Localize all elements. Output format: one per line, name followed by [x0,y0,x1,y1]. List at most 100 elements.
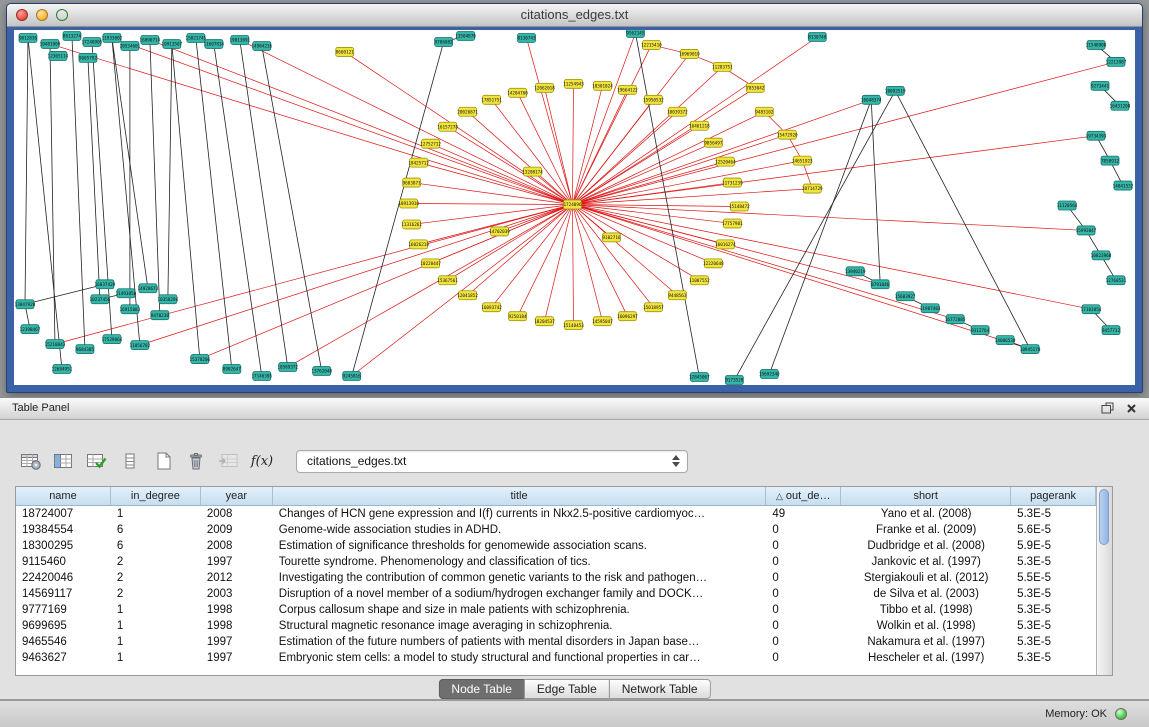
graph-node[interactable]: 20026871 [457,107,478,116]
float-panel-icon[interactable] [1101,402,1114,414]
graph-edge[interactable] [573,205,714,264]
column-header-out-de-[interactable]: △out_de… [766,487,841,505]
graph-edge[interactable] [409,204,573,205]
graph-node[interactable]: 11316261 [401,220,422,229]
tab-network-table[interactable]: Network Table [609,679,711,699]
graph-edge[interactable] [734,91,895,380]
graph-node[interactable]: 16157278 [437,122,458,131]
graph-node[interactable]: 16093742 [481,303,502,312]
column-visibility-button[interactable] [49,447,79,475]
graph-node[interactable]: 17103054 [1081,305,1102,314]
table-row[interactable]: 1938455462009Genome-wide association stu… [16,522,1096,538]
graph-node[interactable]: 12365114 [48,51,69,60]
graph-node[interactable]: 9448563 [668,291,686,300]
graph-node[interactable]: 15692340 [759,370,780,379]
table-row[interactable]: 911546021997Tourette syndrome. Phenomeno… [16,554,1096,570]
edit-columns-button[interactable] [82,447,112,475]
table-options-button[interactable] [16,447,46,475]
graph-node[interactable]: 10589372 [277,363,298,372]
graph-node[interactable]: 1724096 [563,200,581,209]
network-view[interactable]: 1724096 15148472 11731239 12520464 9856497 16… [14,30,1135,385]
graph-edge[interactable] [573,205,1031,350]
graph-node[interactable]: 15603927 [895,292,916,301]
graph-node[interactable]: 8130740 [808,32,826,41]
graph-node[interactable]: 12760531 [1106,276,1127,285]
graph-node[interactable]: 12215410 [641,40,662,49]
graph-node[interactable]: 16461218 [689,121,710,130]
graph-edge[interactable] [573,54,690,205]
graph-edge[interactable] [352,205,573,377]
graph-node[interactable]: 9856497 [704,138,722,147]
graph-node[interactable]: 10358294 [158,295,179,304]
graph-edge[interactable] [196,38,232,369]
graph-node[interactable]: 12845067 [689,373,710,382]
graph-node[interactable]: 15148472 [729,202,750,211]
graph-node[interactable]: 16431208 [1110,101,1131,110]
row-options-button[interactable] [115,447,145,475]
graph-edge[interactable] [573,205,1092,310]
graph-node[interactable]: 7850912 [1101,156,1119,165]
graph-node[interactable]: 9312764 [971,326,989,335]
graph-edge[interactable] [345,52,573,205]
graph-node[interactable]: 10913507 [162,39,183,48]
new-column-button[interactable] [148,447,178,475]
graph-edge[interactable] [419,163,573,205]
vertical-scrollbar[interactable] [1096,487,1112,675]
graph-node[interactable]: 14702039 [489,227,510,236]
graph-node[interactable]: 10913910 [398,199,419,208]
graph-node[interactable]: 11493850 [116,289,137,298]
graph-node[interactable]: 16772085 [945,315,966,324]
graph-node[interactable]: 8613274 [63,31,81,40]
graph-node[interactable]: 12520464 [715,157,736,166]
graph-node[interactable]: 11731239 [722,178,743,187]
graph-node[interactable]: 13504870 [455,31,476,40]
graph-node[interactable]: 11987403 [920,304,941,313]
graph-node[interactable]: 13847920 [15,300,36,309]
graph-node[interactable]: 11933002 [102,33,123,42]
zoom-button[interactable] [56,9,68,21]
graph-node[interactable]: 16915083 [120,305,141,314]
graph-node[interactable]: 8130743 [518,33,536,42]
graph-node[interactable]: 17851751 [481,95,502,104]
graph-edge[interactable] [150,40,160,315]
graph-node[interactable]: 11007552 [689,276,710,285]
graph-node[interactable]: 9102716 [602,233,620,242]
graph-edge[interactable] [25,38,28,304]
table-row[interactable]: 969969511998Structural magnetic resonanc… [16,618,1096,634]
graph-node[interactable]: 12684951 [52,365,73,374]
graph-edge[interactable] [168,44,172,299]
graph-node[interactable]: 14595047 [592,317,613,326]
graph-node[interactable]: 18039372 [667,107,688,116]
graph-edge[interactable] [352,42,444,376]
graph-edge[interactable] [288,205,573,368]
graph-node[interactable]: 11254943 [563,79,584,88]
graph-node[interactable]: 11120564 [1057,201,1078,210]
graph-node[interactable]: 14204760 [507,88,528,97]
graph-edge[interactable] [573,205,603,322]
graph-node[interactable]: 9273441 [1091,81,1109,90]
graph-node[interactable]: 11607834 [203,39,224,48]
graph-edge[interactable] [769,100,871,374]
graph-node[interactable]: 15821745 [186,33,207,42]
graph-node[interactable]: 14984216 [251,41,272,50]
graph-node[interactable]: 9605792 [79,53,97,62]
minimize-button[interactable] [36,9,48,21]
function-builder-button[interactable]: f(x) [247,447,277,475]
graph-node[interactable]: 12041852 [457,291,478,300]
graph-node[interactable]: 16037429 [95,280,116,289]
graph-node[interactable]: 18301024 [592,81,613,90]
graph-node[interactable]: 18204537 [534,317,555,326]
graph-edge[interactable] [240,40,288,367]
tab-node-table[interactable]: Node Table [438,679,525,699]
graph-node[interactable]: 7853042 [746,83,764,92]
column-header-in-degree[interactable]: in_degree [111,487,201,505]
table-row[interactable]: 1830029562008Estimation of significance … [16,538,1096,554]
graph-node[interactable]: 16648374 [861,95,882,104]
graph-node[interactable]: 9245816 [343,372,361,381]
graph-node[interactable]: 16890714 [140,35,161,44]
graph-node[interactable]: 10714729 [802,184,823,193]
graph-node[interactable]: 15378206 [190,355,211,364]
graph-edge[interactable] [72,36,85,349]
graph-edge[interactable] [112,38,573,205]
graph-node[interactable]: 10481909 [40,39,61,48]
